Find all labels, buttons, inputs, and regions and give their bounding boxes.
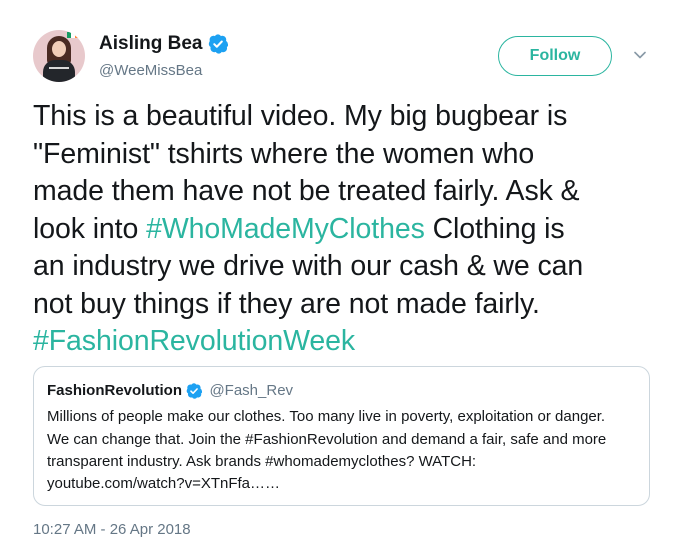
chevron-down-icon[interactable] — [633, 48, 647, 62]
avatar[interactable] — [33, 30, 85, 82]
verified-badge-icon — [186, 383, 202, 399]
quoted-text-line: Millions of people make our clothes. Too… — [47, 408, 606, 426]
tweet-text-line: #FashionRevolutionWeek — [33, 323, 658, 361]
tweet-text-line: not buy things if they are not made fair… — [33, 286, 658, 324]
tweet-text-segment: an industry we drive with our cash & we … — [33, 250, 584, 282]
tweet-text-segment: made them have not be treated fairly. As… — [33, 175, 580, 207]
author-display-name[interactable]: Aisling Bea — [99, 32, 202, 56]
tweet-text-segment: look into — [33, 212, 147, 245]
tweet-text-line: an industry we drive with our cash & we … — [33, 248, 658, 286]
tweet-text-line: "Feminist" tshirts where the women who — [33, 136, 658, 174]
tweet-text-segment: Clothing is — [424, 212, 565, 245]
tweet-text-line: look into #WhoMadeMyClothes Clothing is — [33, 211, 658, 249]
quoted-text-line: youtube.com/watch?v=XTnFfa…… — [47, 475, 281, 493]
tweet-text-segment: This is a beautiful video. My big bugbea… — [33, 100, 568, 132]
hashtag-link[interactable]: #FashionRevolutionWeek — [33, 325, 355, 357]
tweet-text-line: This is a beautiful video. My big bugbea… — [33, 98, 658, 136]
quoted-tweet-text: Millions of people make our clothes. Too… — [47, 406, 635, 495]
tweet-header: Aisling Bea @WeeMissBea Follow — [33, 30, 663, 86]
author-handle[interactable]: @WeeMissBea — [99, 62, 228, 80]
tweet-text-segment: "Feminist" tshirts where the women who — [33, 137, 535, 170]
quoted-tweet[interactable]: FashionRevolution @Fash_Rev Millions of … — [33, 366, 650, 506]
tweet-text-segment: not buy things if they are not made fair… — [33, 287, 540, 320]
tweet-card: Aisling Bea @WeeMissBea Follow This is a… — [0, 0, 689, 550]
author-info: Aisling Bea @WeeMissBea — [99, 32, 229, 80]
quoted-text-line: transparent industry. Ask brands #whomad… — [47, 452, 477, 470]
tweet-text-line: made them have not be treated fairly. As… — [33, 173, 658, 211]
quoted-tweet-header: FashionRevolution @Fash_Rev — [47, 381, 635, 401]
verified-badge-icon — [209, 34, 229, 54]
follow-button[interactable]: Follow — [498, 36, 612, 76]
tweet-timestamp[interactable]: 10:27 AM - 26 Apr 2018 — [33, 520, 191, 540]
quoted-author-name: FashionRevolution — [47, 382, 182, 399]
tweet-text: This is a beautiful video. My big bugbea… — [33, 98, 658, 361]
hashtag-link[interactable]: #WhoMadeMyClothes — [146, 213, 425, 245]
quoted-author-handle: @Fash_Rev — [209, 382, 294, 399]
quoted-text-line: We can change that. Join the #FashionRev… — [47, 430, 607, 448]
